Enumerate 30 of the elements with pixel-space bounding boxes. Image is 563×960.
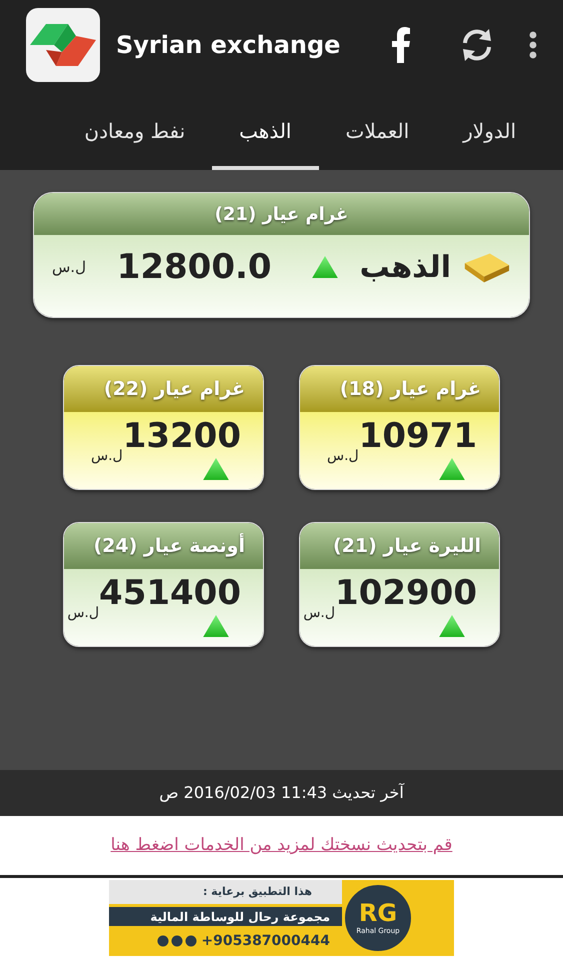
card-title: غرام عيار (18): [340, 376, 481, 402]
price-value: 13200: [122, 416, 241, 456]
currency-label: ل.س: [52, 256, 86, 278]
contact-icons: [157, 935, 198, 947]
last-update-text: آخر تحديث 11:43 2016/02/03 ص: [159, 782, 404, 804]
card-title: الليرة عيار (21): [332, 534, 481, 559]
currency-label: ل.س: [90, 447, 123, 466]
more-menu-icon[interactable]: [529, 31, 537, 59]
phone-number: +905387000444: [201, 932, 330, 950]
app-title: Syrian exchange: [116, 30, 340, 61]
facebook-icon[interactable]: [391, 27, 411, 63]
price-value: 451400: [99, 573, 241, 613]
tab[interactable]: العملات: [318, 90, 436, 170]
logo-letters: RG: [358, 900, 398, 926]
price-value: 102900: [335, 573, 477, 613]
metal-label: الذهب: [360, 248, 451, 286]
card-title: غرام عيار (21): [214, 202, 348, 226]
currency-label: ل.س: [67, 604, 100, 623]
app-logo-icon: [26, 8, 100, 82]
company-name: مجموعة رحال للوساطة المالية: [150, 908, 330, 926]
price-value: 10971: [358, 416, 477, 456]
card-title: أونصة عيار (24): [93, 532, 245, 559]
price-value: 12800.0: [116, 246, 272, 288]
tab[interactable]: الدولار: [436, 90, 543, 170]
sponsor-text: هذا التطبيق برعاية :: [202, 884, 312, 900]
card-title: غرام عيار (22): [104, 376, 245, 402]
currency-label: ل.س: [303, 604, 336, 623]
tab[interactable]: الذهب: [212, 90, 318, 170]
tab[interactable]: نفط ومعادن: [57, 90, 212, 170]
currency-label: ل.س: [326, 447, 359, 466]
